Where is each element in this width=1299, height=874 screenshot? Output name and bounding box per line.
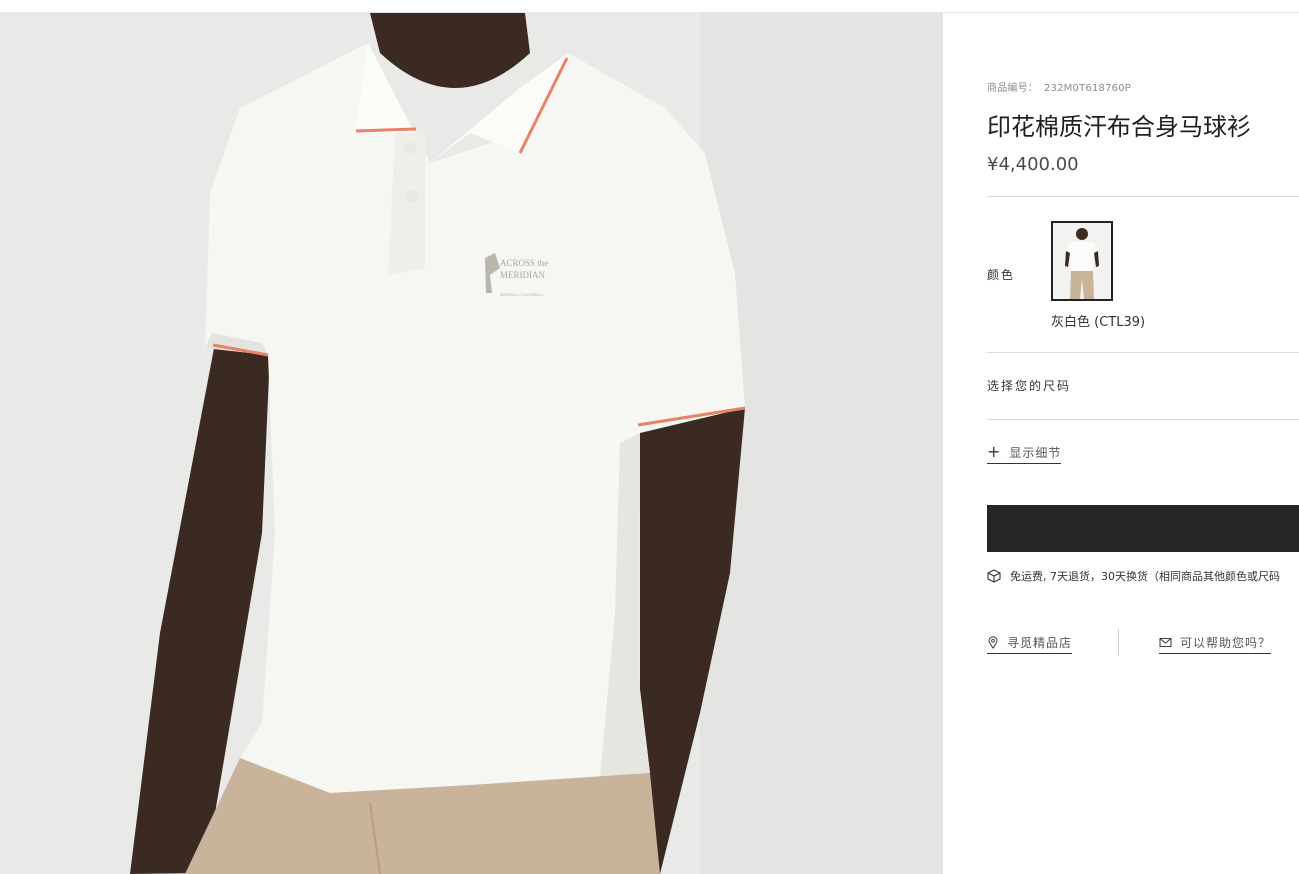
swatch-thumbnail (1053, 223, 1111, 299)
divider (987, 419, 1299, 420)
shipping-text: 免运费, 7天退货，30天换货（相同商品其他颜色或尺码 (1010, 570, 1280, 583)
sku-value: 232M0T618760P (1044, 83, 1131, 94)
sku-label: 商品编号： (987, 83, 1038, 94)
help-contact-label: 可以帮助您吗？ (1180, 635, 1272, 650)
help-links: 寻觅精品店 可以帮助您吗？ (987, 629, 1299, 657)
product-price: ¥4,400.00 (987, 154, 1079, 175)
show-details-label: 显示细节 (1009, 445, 1062, 460)
location-pin-icon (988, 635, 998, 649)
sku-line: 商品编号： 232M0T618760P (987, 79, 1131, 94)
add-to-cart-button[interactable] (987, 505, 1299, 552)
print-line-2: MERIDIAN (500, 270, 545, 280)
link-separator (1118, 629, 1119, 656)
color-swatch-ctl39[interactable] (1051, 221, 1113, 301)
find-store-label: 寻觅精品店 (1007, 635, 1073, 650)
selected-color-name: 灰白色 (CTL39) (1051, 315, 1146, 330)
find-store-link[interactable]: 寻觅精品店 (987, 631, 1073, 654)
size-selector[interactable]: 选择您的尺码 (987, 377, 1071, 394)
divider (987, 196, 1299, 197)
divider (987, 352, 1299, 353)
product-title: 印花棉质汗布合身马球衫 (987, 113, 1251, 141)
box-icon (987, 569, 1001, 583)
product-image[interactable]: ACROSS the MERIDIAN BRUNELLO CUCINELLI (0, 13, 943, 874)
envelope-icon (1159, 637, 1172, 647)
product-info-panel: 商品编号： 232M0T618760P 印花棉质汗布合身马球衫 ¥4,400.00… (987, 13, 1299, 874)
plus-icon: + (987, 442, 1002, 461)
print-line-3: BRUNELLO CUCINELLI (500, 292, 544, 297)
help-contact-link[interactable]: 可以帮助您吗？ (1159, 631, 1272, 654)
show-details-link[interactable]: + 显示细节 (987, 441, 1062, 464)
shipping-info: 免运费, 7天退货，30天换货（相同商品其他颜色或尺码 (987, 568, 1280, 584)
print-line-1: ACROSS the (500, 258, 548, 268)
color-label: 颜色 (987, 268, 1016, 282)
